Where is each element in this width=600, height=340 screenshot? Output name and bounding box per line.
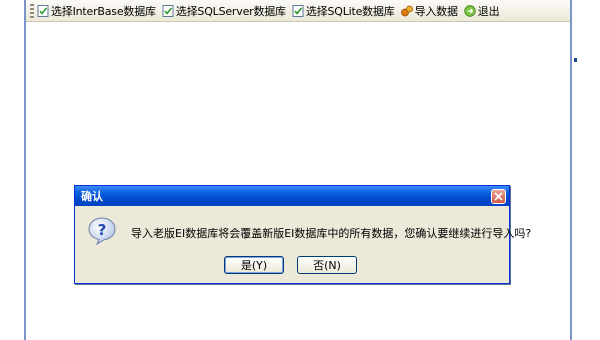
dialog-message: 导入老版EI数据库将会覆盖新版EI数据库中的所有数据，您确认要继续进行导入吗? xyxy=(131,227,532,240)
close-icon xyxy=(494,191,503,201)
app-window: 选择InterBase数据库 选择SQLServer数据库 选择SQLite数据… xyxy=(24,0,572,340)
exit-button[interactable]: 退出 xyxy=(464,2,500,20)
import-data-label: 导入数据 xyxy=(414,4,458,18)
no-button[interactable]: 否(N) xyxy=(297,256,357,274)
dialog-titlebar[interactable]: 确认 xyxy=(75,186,509,206)
question-icon: ? xyxy=(88,217,116,246)
checked-document-icon xyxy=(292,4,304,17)
yes-button[interactable]: 是(Y) xyxy=(224,256,284,274)
confirm-dialog: 确认 ? 导入老版EI数据库将会覆盖新版EI数据库中的所有数据，您确认要继续进行… xyxy=(74,185,531,285)
close-button[interactable] xyxy=(491,188,506,204)
select-sqlite-button[interactable]: 选择SQLite数据库 xyxy=(292,2,395,20)
select-sqlserver-label: 选择SQLServer数据库 xyxy=(175,4,286,18)
dialog-title: 确认 xyxy=(81,190,103,203)
window-edge-marker xyxy=(574,58,577,62)
import-data-icon xyxy=(400,5,413,16)
select-interbase-button[interactable]: 选择InterBase数据库 xyxy=(37,2,156,20)
svg-text:?: ? xyxy=(98,221,107,239)
select-sqlite-label: 选择SQLite数据库 xyxy=(305,4,395,18)
checked-document-icon xyxy=(37,4,49,17)
dialog-body: ? 导入老版EI数据库将会覆盖新版EI数据库中的所有数据，您确认要继续进行导入吗… xyxy=(75,206,531,285)
toolbar: 选择InterBase数据库 选择SQLServer数据库 选择SQLite数据… xyxy=(26,0,570,22)
exit-label: 退出 xyxy=(477,4,500,18)
import-data-button[interactable]: 导入数据 xyxy=(400,2,458,20)
select-interbase-label: 选择InterBase数据库 xyxy=(51,4,156,18)
select-sqlserver-button[interactable]: 选择SQLServer数据库 xyxy=(162,2,286,20)
toolbar-grip[interactable] xyxy=(30,3,34,18)
exit-icon xyxy=(464,4,476,17)
checked-document-icon xyxy=(162,4,174,17)
